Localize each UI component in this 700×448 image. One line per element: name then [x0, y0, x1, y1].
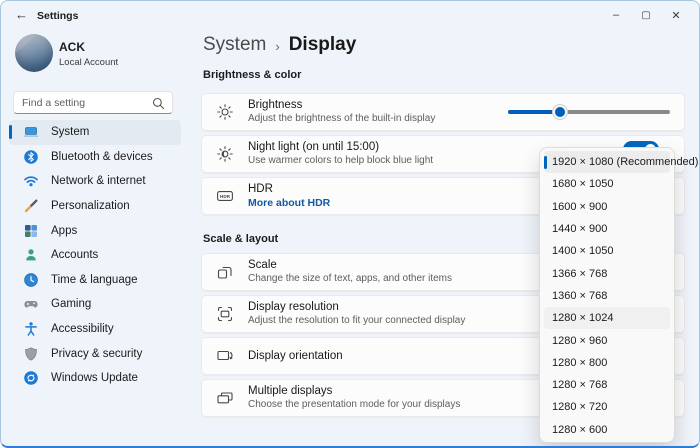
resolution-option[interactable]: 1280 × 800 [544, 352, 670, 374]
sidebar-item-bluetooth[interactable]: Bluetooth & devices [9, 145, 181, 170]
breadcrumb: System › Display [203, 34, 356, 56]
sidebar-item-label: Bluetooth & devices [51, 151, 153, 163]
resolution-option[interactable]: 1920 × 1080 (Recommended) [544, 151, 670, 173]
night-light-subtitle: Use warmer colors to help block blue lig… [248, 155, 433, 167]
settings-window: ← Settings – ▢ ✕ ACK Local Account Syste… [0, 0, 700, 448]
back-button[interactable]: ← [15, 7, 28, 22]
breadcrumb-system[interactable]: System [203, 34, 266, 56]
windows-update-icon [23, 370, 39, 386]
search-box [13, 91, 173, 114]
maximize-button[interactable]: ▢ [631, 3, 661, 27]
section-brightness-color: Brightness & color [203, 69, 301, 81]
night-light-icon [216, 145, 234, 163]
display-orientation-title: Display orientation [248, 350, 343, 363]
sidebar-item-label: Time & language [51, 274, 138, 286]
search-icon [152, 97, 165, 110]
privacy-icon [23, 346, 39, 362]
sidebar-item-label: Apps [51, 225, 77, 237]
resolution-dropdown: 1920 × 1080 (Recommended) 1680 × 1050 16… [539, 147, 675, 443]
gaming-icon [23, 296, 39, 312]
resolution-option[interactable]: 1280 × 1024 [544, 307, 670, 329]
scale-subtitle: Change the size of text, apps, and other… [248, 273, 452, 285]
network-icon [23, 173, 39, 189]
sidebar-item-label: System [51, 126, 89, 138]
scale-icon [216, 263, 234, 281]
sidebar-item-gaming[interactable]: Gaming [9, 292, 181, 317]
sidebar-nav: System Bluetooth & devices Network & int… [9, 120, 181, 391]
minimize-button[interactable]: – [601, 3, 631, 27]
sidebar-item-label: Privacy & security [51, 348, 142, 360]
brightness-title: Brightness [248, 99, 435, 112]
brightness-slider-thumb[interactable] [553, 105, 567, 119]
sidebar-item-network[interactable]: Network & internet [9, 169, 181, 194]
svg-text:HDR: HDR [220, 194, 231, 199]
sidebar-item-personalization[interactable]: Personalization [9, 194, 181, 219]
sidebar-item-system[interactable]: System [9, 120, 181, 145]
sidebar-item-accessibility[interactable]: Accessibility [9, 317, 181, 342]
apps-icon [23, 223, 39, 239]
breadcrumb-separator: › [275, 39, 279, 54]
display-resolution-title: Display resolution [248, 301, 465, 314]
account-type: Local Account [59, 57, 118, 68]
resolution-option[interactable]: 1600 × 900 [544, 196, 670, 218]
sidebar-item-privacy[interactable]: Privacy & security [9, 341, 181, 366]
sidebar-item-apps[interactable]: Apps [9, 218, 181, 243]
brightness-slider[interactable] [508, 105, 670, 119]
display-orientation-icon [216, 347, 234, 365]
section-scale-layout: Scale & layout [203, 233, 278, 245]
brightness-subtitle: Adjust the brightness of the built-in di… [248, 113, 435, 125]
sidebar-item-windows-update[interactable]: Windows Update [9, 366, 181, 391]
resolution-option[interactable]: 1360 × 768 [544, 285, 670, 307]
avatar [15, 34, 53, 72]
display-resolution-subtitle: Adjust the resolution to fit your connec… [248, 315, 465, 327]
resolution-option[interactable]: 1400 × 1050 [544, 240, 670, 262]
brightness-row[interactable]: Brightness Adjust the brightness of the … [201, 93, 685, 131]
multiple-displays-subtitle: Choose the presentation mode for your di… [248, 399, 460, 411]
resolution-option[interactable]: 1680 × 1050 [544, 173, 670, 195]
display-resolution-icon [216, 305, 234, 323]
sidebar-item-label: Gaming [51, 298, 91, 310]
close-button[interactable]: ✕ [661, 3, 691, 27]
sidebar-item-label: Accounts [51, 249, 98, 261]
personalization-icon [23, 198, 39, 214]
system-icon [23, 124, 39, 140]
time-language-icon [23, 272, 39, 288]
sidebar-item-label: Network & internet [51, 175, 146, 187]
resolution-option[interactable]: 1280 × 600 [544, 419, 670, 441]
account-name: ACK [59, 40, 85, 54]
resolution-option[interactable]: 1280 × 768 [544, 374, 670, 396]
more-about-hdr-link[interactable]: More about HDR [248, 197, 330, 210]
resolution-option[interactable]: 1280 × 960 [544, 329, 670, 351]
page-title: Display [289, 34, 357, 56]
bluetooth-icon [23, 149, 39, 165]
search-input[interactable] [14, 92, 172, 113]
sidebar-item-accounts[interactable]: Accounts [9, 243, 181, 268]
sidebar-item-label: Personalization [51, 200, 130, 212]
sidebar-item-label: Accessibility [51, 323, 114, 335]
multiple-displays-title: Multiple displays [248, 385, 460, 398]
sidebar-item-time-language[interactable]: Time & language [9, 268, 181, 293]
accounts-icon [23, 247, 39, 263]
night-light-title: Night light (on until 15:00) [248, 141, 433, 154]
multiple-displays-icon [216, 389, 234, 407]
resolution-option[interactable]: 1280 × 720 [544, 396, 670, 418]
scale-title: Scale [248, 259, 452, 272]
hdr-title: HDR [248, 183, 330, 196]
hdr-icon: HDR [216, 187, 234, 205]
sidebar-item-label: Windows Update [51, 372, 138, 384]
brightness-icon [216, 103, 234, 121]
resolution-option[interactable]: 1440 × 900 [544, 218, 670, 240]
app-title: Settings [37, 10, 78, 22]
accessibility-icon [23, 321, 39, 337]
resolution-option[interactable]: 1366 × 768 [544, 262, 670, 284]
window-controls: – ▢ ✕ [601, 3, 691, 27]
